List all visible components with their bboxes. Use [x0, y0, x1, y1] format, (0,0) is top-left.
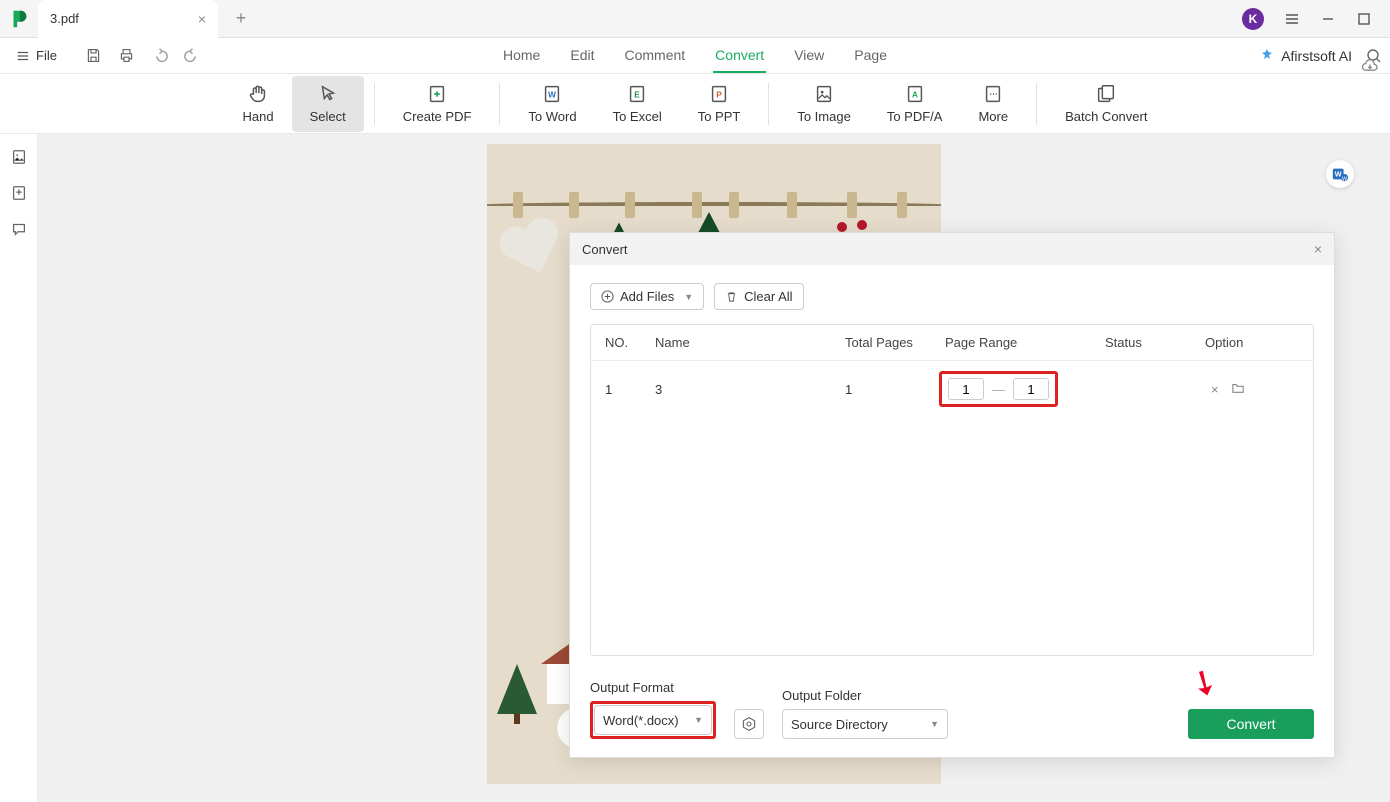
batch-label: Batch Convert — [1065, 109, 1147, 124]
maximize-icon[interactable] — [1356, 11, 1372, 27]
range-to-input[interactable] — [1013, 378, 1049, 400]
range-separator: — — [992, 382, 1005, 397]
tool-select[interactable]: Select — [292, 76, 364, 132]
page-range-highlight: — — [939, 371, 1058, 407]
tool-to-pdfa[interactable]: A To PDF/A — [869, 76, 961, 132]
col-status: Status — [1105, 335, 1205, 350]
ai-button[interactable]: Afirstsoft AI — [1259, 48, 1352, 64]
svg-text:E: E — [634, 91, 640, 100]
tool-to-image[interactable]: To Image — [779, 76, 868, 132]
chevron-down-icon: ▼ — [684, 292, 693, 302]
output-folder-select[interactable]: Source Directory ▼ — [782, 709, 948, 739]
tool-batch-convert[interactable]: Batch Convert — [1047, 76, 1165, 132]
minimize-icon[interactable] — [1320, 11, 1336, 27]
menubar: File Home Edit Comment Convert View Page… — [0, 38, 1390, 74]
tool-to-word[interactable]: W To Word — [510, 76, 594, 132]
tool-hand-label: Hand — [243, 109, 274, 124]
col-no: NO. — [605, 335, 655, 350]
more-label: More — [978, 109, 1008, 124]
dialog-title-text: Convert — [582, 242, 628, 257]
output-format-value: Word(*.docx) — [603, 713, 679, 728]
remove-row-icon[interactable]: × — [1211, 382, 1219, 397]
bookmark-icon[interactable] — [10, 184, 28, 202]
col-name: Name — [655, 335, 845, 350]
menu-edit[interactable]: Edit — [568, 39, 596, 73]
svg-text:W: W — [549, 91, 557, 100]
separator — [499, 83, 500, 125]
comment-panel-icon[interactable] — [10, 220, 28, 238]
separator — [768, 83, 769, 125]
to-image-label: To Image — [797, 109, 850, 124]
svg-text:W: W — [1335, 170, 1342, 179]
clear-all-button[interactable]: Clear All — [714, 283, 803, 310]
col-total: Total Pages — [845, 335, 945, 350]
clear-all-label: Clear All — [744, 289, 792, 304]
undo-icon[interactable] — [151, 47, 168, 64]
output-format-select[interactable]: Word(*.docx) ▼ — [594, 705, 712, 735]
redo-icon[interactable] — [184, 47, 201, 64]
tool-select-label: Select — [310, 109, 346, 124]
col-range: Page Range — [945, 335, 1105, 350]
file-table: NO. Name Total Pages Page Range Status O… — [590, 324, 1314, 656]
menu-home[interactable]: Home — [501, 39, 542, 73]
output-folder-label: Output Folder — [782, 688, 948, 703]
add-tab-button[interactable]: + — [226, 4, 256, 34]
tool-to-excel[interactable]: E To Excel — [595, 76, 680, 132]
menu-convert[interactable]: Convert — [713, 39, 766, 73]
app-logo — [0, 0, 38, 38]
output-format-highlight: Word(*.docx) ▼ — [590, 701, 716, 739]
close-tab-icon[interactable]: × — [198, 11, 206, 27]
add-files-label: Add Files — [620, 289, 674, 304]
floating-word-icon[interactable]: WW — [1326, 160, 1354, 188]
tab-title: 3.pdf — [50, 11, 158, 26]
range-from-input[interactable] — [948, 378, 984, 400]
col-option: Option — [1205, 335, 1299, 350]
add-files-button[interactable]: Add Files ▼ — [590, 283, 704, 310]
to-excel-label: To Excel — [613, 109, 662, 124]
to-word-label: To Word — [528, 109, 576, 124]
titlebar: 3.pdf × + K — [0, 0, 1390, 38]
dialog-close-icon[interactable]: × — [1314, 241, 1322, 257]
tool-create-pdf[interactable]: Create PDF — [385, 76, 490, 132]
left-rail — [0, 134, 38, 802]
convert-dialog: Convert × Add Files ▼ Clear All NO. Name… — [569, 232, 1335, 758]
svg-text:P: P — [716, 91, 722, 100]
document-tab[interactable]: 3.pdf × — [38, 0, 218, 38]
hamburger-icon[interactable] — [1284, 11, 1300, 27]
convert-button[interactable]: Convert — [1188, 709, 1314, 739]
cell-no: 1 — [605, 382, 655, 397]
svg-text:A: A — [912, 91, 918, 100]
create-pdf-label: Create PDF — [403, 109, 472, 124]
thumbnails-icon[interactable] — [10, 148, 28, 166]
print-icon[interactable] — [118, 47, 135, 64]
output-folder-value: Source Directory — [791, 717, 888, 732]
open-folder-icon[interactable] — [1231, 382, 1245, 397]
user-avatar[interactable]: K — [1242, 8, 1264, 30]
save-icon[interactable] — [85, 47, 102, 64]
menu-view[interactable]: View — [792, 39, 826, 73]
file-label: File — [36, 48, 57, 63]
tool-more[interactable]: More — [960, 76, 1026, 132]
cell-total: 1 — [845, 382, 945, 397]
separator — [374, 83, 375, 125]
menu-comment[interactable]: Comment — [622, 39, 687, 73]
settings-gear-icon[interactable] — [734, 709, 764, 739]
chevron-down-icon: ▼ — [930, 719, 939, 729]
output-format-label: Output Format — [590, 680, 716, 695]
separator — [1036, 83, 1037, 125]
ribbon: Hand Select Create PDF W To Word E To Ex… — [0, 74, 1390, 134]
tool-hand[interactable]: Hand — [225, 76, 292, 132]
table-row: 1 3 1 — × — [591, 361, 1313, 417]
table-header: NO. Name Total Pages Page Range Status O… — [591, 325, 1313, 361]
tool-to-ppt[interactable]: P To PPT — [680, 76, 759, 132]
cell-name: 3 — [655, 382, 845, 397]
menu-page[interactable]: Page — [852, 39, 889, 73]
cloud-sync-icon[interactable] — [1360, 58, 1380, 74]
ai-label: Afirstsoft AI — [1281, 48, 1352, 64]
file-menu[interactable]: File — [8, 48, 65, 63]
to-ppt-label: To PPT — [698, 109, 741, 124]
chevron-down-icon: ▼ — [694, 715, 703, 725]
dialog-titlebar[interactable]: Convert × — [570, 233, 1334, 265]
to-pdfa-label: To PDF/A — [887, 109, 943, 124]
